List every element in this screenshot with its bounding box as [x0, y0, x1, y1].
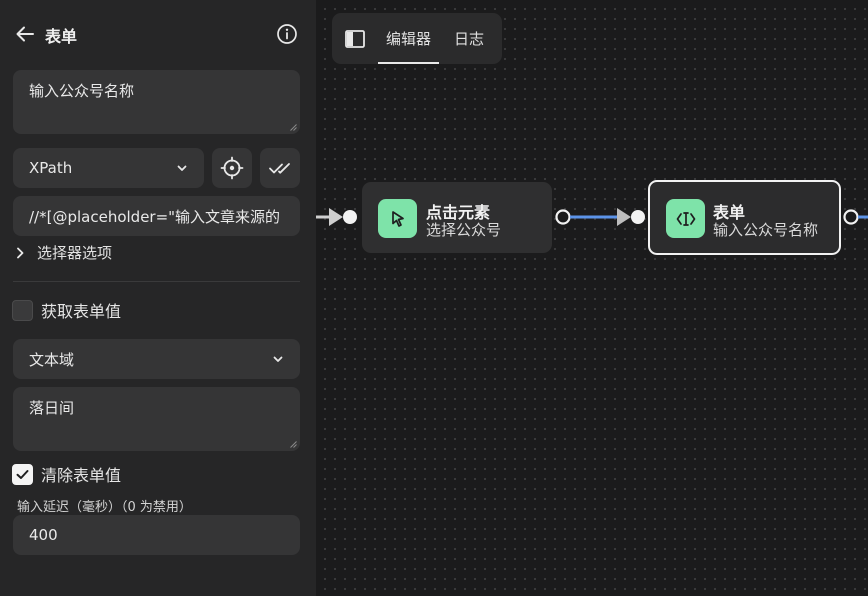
xpath-value: //*[@placeholder="输入文章来源的: [29, 207, 281, 226]
text-cursor-input-icon: [676, 211, 695, 226]
selector-options-label: 选择器选项: [37, 244, 113, 262]
form-value-textarea[interactable]: 落日间: [13, 387, 300, 451]
resize-grip-icon[interactable]: [290, 124, 297, 131]
node-icon-box: [666, 199, 705, 238]
workflow-node-form[interactable]: 表单 输入公众号名称: [648, 180, 841, 255]
clear-form-value-checkbox[interactable]: 清除表单值: [12, 462, 121, 486]
back-arrow-icon[interactable]: [14, 23, 36, 45]
input-delay-label: 输入延迟（毫秒）（0 为禁用）: [17, 500, 192, 515]
tab-editor[interactable]: 编辑器: [378, 13, 440, 64]
text-input-field[interactable]: 输入公众号名称: [13, 70, 300, 134]
chevron-down-icon: [273, 356, 283, 362]
field-type-select[interactable]: 文本域: [13, 339, 300, 379]
info-icon[interactable]: [276, 23, 298, 45]
workflow-canvas[interactable]: [316, 0, 868, 596]
chevron-right-icon: [17, 247, 24, 258]
tab-log-label: 日志: [454, 30, 485, 48]
sidebar-toggle-icon[interactable]: [344, 28, 366, 50]
resize-grip-icon[interactable]: [290, 441, 297, 448]
select-element-button[interactable]: [212, 148, 252, 188]
selector-options-toggle[interactable]: 选择器选项: [13, 242, 112, 263]
sidebar-header: 表单: [0, 0, 316, 70]
input-delay-field[interactable]: 400: [13, 515, 300, 555]
node-subtitle: 输入公众号名称: [713, 221, 819, 239]
xpath-input[interactable]: //*[@placeholder="输入文章来源的: [13, 196, 300, 236]
text-input-value: 输入公众号名称: [29, 82, 135, 100]
checkbox-unchecked[interactable]: [12, 299, 33, 321]
workflow-node-click-element[interactable]: 点击元素 选择公众号: [362, 182, 552, 253]
get-form-value-label: 获取表单值: [41, 302, 122, 321]
form-value-text: 落日间: [29, 399, 75, 417]
verify-selector-button[interactable]: [260, 148, 300, 188]
selector-type-select[interactable]: XPath: [13, 148, 204, 188]
section-divider: [13, 281, 300, 282]
node-subtitle: 选择公众号: [426, 221, 502, 239]
cursor-click-icon: [391, 210, 404, 227]
selector-type-value: XPath: [29, 159, 73, 177]
checkmark-icon: [16, 469, 29, 479]
node-icon-box: [378, 199, 417, 238]
double-check-icon: [269, 163, 290, 174]
crosshair-icon: [220, 156, 244, 180]
tab-log[interactable]: 日志: [446, 13, 492, 64]
page-title: 表单: [45, 27, 78, 46]
get-form-value-checkbox[interactable]: 获取表单值: [12, 298, 121, 322]
sidebar-panel: 表单 输入公众号名称 XPath //*[@placeholder="输入文章来…: [0, 0, 316, 596]
editor-tab-bar: 编辑器 日志: [332, 13, 502, 64]
checkbox-checked[interactable]: [12, 463, 33, 485]
chevron-down-icon: [177, 165, 187, 171]
field-type-value: 文本域: [29, 350, 75, 369]
clear-form-value-label: 清除表单值: [41, 466, 122, 485]
tab-editor-label: 编辑器: [386, 30, 432, 48]
input-delay-value: 400: [29, 526, 58, 544]
